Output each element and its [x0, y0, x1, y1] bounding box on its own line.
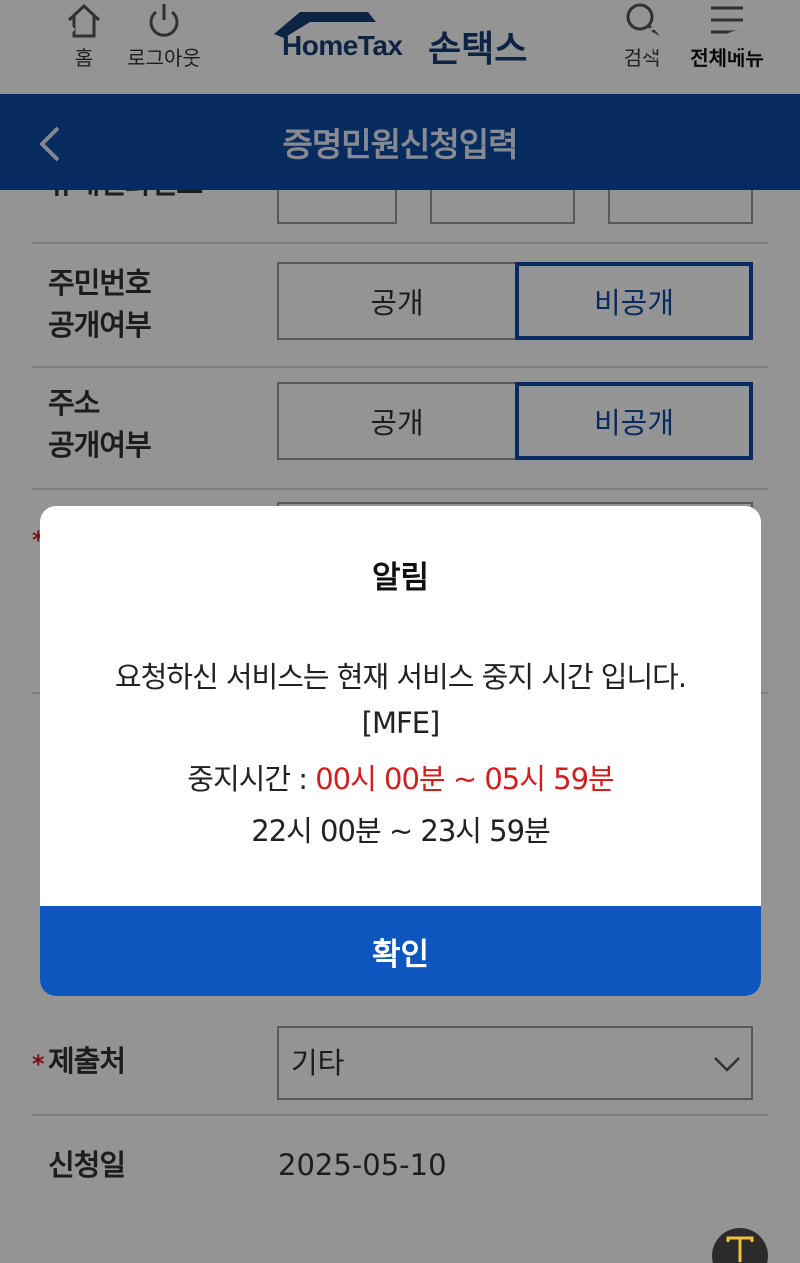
notice-dialog: 알림 요청하신 서비스는 현재 서비스 중지 시간 입니다. [MFE] 중지시… — [40, 506, 761, 996]
stop-time-prefix: 중지시간 : — [187, 762, 316, 796]
floating-action-button[interactable] — [712, 1228, 768, 1263]
dialog-message: 요청하신 서비스는 현재 서비스 중지 시간 입니다. — [114, 660, 687, 694]
dialog-stop-time-line: 중지시간 : 00시 00분 ~ 05시 59분 — [40, 756, 761, 798]
dialog-title: 알림 — [371, 560, 430, 596]
dialog-code: [MFE] — [361, 706, 441, 740]
confirm-button[interactable]: 확인 — [40, 906, 761, 996]
text-recognition-icon — [726, 1236, 754, 1262]
stop-time-morning: 00시 00분 ~ 05시 59분 — [315, 762, 614, 796]
stop-time-night: 22시 00분 ~ 23시 59분 — [251, 814, 551, 848]
